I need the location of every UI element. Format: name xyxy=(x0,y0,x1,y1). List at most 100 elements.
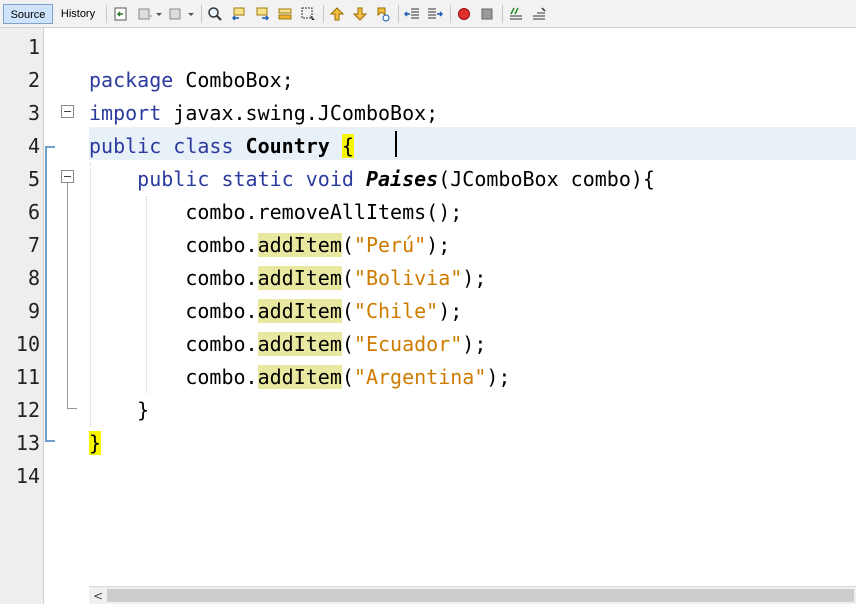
code-text: ( xyxy=(341,365,354,389)
line-number: 2 xyxy=(27,68,40,92)
line-number: 10 xyxy=(15,332,40,356)
highlighted-method: addItem xyxy=(257,299,342,323)
method-name: Paises xyxy=(365,167,439,191)
code-line-9: combo.addItem("Chile"); xyxy=(89,295,462,328)
fold-collapse-icon[interactable] xyxy=(61,170,74,183)
line-number: 13 xyxy=(15,431,40,455)
stop-macro-icon[interactable] xyxy=(479,6,495,22)
toolbar-separator xyxy=(450,5,451,23)
fold-method-end xyxy=(67,408,77,409)
scrollbar-thumb[interactable] xyxy=(107,589,854,602)
code-line-10: combo.addItem("Ecuador"); xyxy=(89,328,486,361)
find-next-icon[interactable] xyxy=(254,6,270,22)
highlighted-method: addItem xyxy=(257,365,342,389)
highlighted-method: addItem xyxy=(257,233,342,257)
back-icon[interactable] xyxy=(137,6,153,22)
keyword: public class xyxy=(89,134,234,158)
forward-icon[interactable] xyxy=(168,6,184,22)
uncomment-icon[interactable] xyxy=(531,6,547,22)
string-literal: "Bolivia" xyxy=(353,266,463,290)
editor-toolbar: Source History xyxy=(0,0,856,28)
forward-dropdown-icon[interactable] xyxy=(186,6,196,22)
line-number: 5 xyxy=(27,167,40,191)
fold-collapse-icon[interactable] xyxy=(61,105,74,118)
code-text: combo. xyxy=(185,233,258,257)
line-number: 4 xyxy=(27,134,40,158)
code-line-11: combo.addItem("Argentina"); xyxy=(89,361,510,394)
line-number: 12 xyxy=(15,398,40,422)
line-number: 11 xyxy=(15,365,40,389)
toolbar-separator xyxy=(323,5,324,23)
code-text: ComboBox; xyxy=(173,68,294,92)
code-text: combo. xyxy=(185,365,258,389)
line-number: 1 xyxy=(27,35,40,59)
string-literal: "Perú" xyxy=(353,233,427,257)
fold-method-line xyxy=(67,183,68,409)
code-text: ); xyxy=(462,332,487,356)
class-name: Country xyxy=(245,134,330,158)
code-text: javax.swing.JComboBox; xyxy=(161,101,439,125)
code-line-8: combo.addItem("Bolivia"); xyxy=(89,262,486,295)
highlighted-method: addItem xyxy=(257,266,342,290)
line-number: 7 xyxy=(27,233,40,257)
scroll-left-icon[interactable]: < xyxy=(89,587,107,604)
start-macro-icon[interactable] xyxy=(456,6,472,22)
tab-source[interactable]: Source xyxy=(3,4,53,24)
highlighted-method: addItem xyxy=(257,332,342,356)
toggle-rect-selection-icon[interactable] xyxy=(300,6,316,22)
find-previous-icon[interactable] xyxy=(231,6,247,22)
toolbar-separator xyxy=(201,5,202,23)
code-line-2: package ComboBox; xyxy=(89,64,294,97)
code-line-5: public static void Paises(JComboBox comb… xyxy=(89,163,655,196)
comment-icon[interactable] xyxy=(508,6,524,22)
toolbar-separator xyxy=(502,5,503,23)
horizontal-scrollbar[interactable]: < xyxy=(89,586,856,604)
code-text: combo. xyxy=(185,266,258,290)
code-editor[interactable]: 1 2 3 4 5 6 7 8 9 10 11 12 13 14 package… xyxy=(0,28,856,586)
code-text: ( xyxy=(341,299,354,323)
keyword: public static void xyxy=(137,167,354,191)
last-edit-icon[interactable] xyxy=(113,6,129,22)
previous-bookmark-icon[interactable] xyxy=(329,6,345,22)
code-text: ( xyxy=(341,332,354,356)
code-text: } xyxy=(137,398,150,422)
shift-left-icon[interactable] xyxy=(404,6,420,22)
back-dropdown-icon[interactable] xyxy=(154,6,164,22)
line-number: 6 xyxy=(27,200,40,224)
line-number: 14 xyxy=(15,464,40,488)
code-text: ( xyxy=(341,266,354,290)
next-bookmark-icon[interactable] xyxy=(352,6,368,22)
line-number: 8 xyxy=(27,266,40,290)
code-text: combo.removeAllItems(); xyxy=(185,200,463,224)
code-text: combo. xyxy=(185,299,258,323)
code-text: ( xyxy=(341,233,354,257)
line-number: 3 xyxy=(27,101,40,125)
line-number-gutter: 1 2 3 4 5 6 7 8 9 10 11 12 13 14 xyxy=(0,28,44,586)
code-line-12: } xyxy=(89,394,149,427)
code-line-3: import javax.swing.JComboBox; xyxy=(89,97,438,130)
code-text: ); xyxy=(426,233,451,257)
toggle-bookmark-icon[interactable] xyxy=(375,6,391,22)
code-text: ); xyxy=(462,266,487,290)
text-caret xyxy=(395,131,397,157)
gutter-footer xyxy=(0,586,44,604)
code-text: ); xyxy=(438,299,463,323)
code-text: (JComboBox combo){ xyxy=(438,167,655,191)
toolbar-separator xyxy=(398,5,399,23)
string-literal: "Argentina" xyxy=(353,365,487,389)
string-literal: "Ecuador" xyxy=(353,332,463,356)
find-icon[interactable] xyxy=(207,6,223,22)
code-text: ); xyxy=(486,365,511,389)
toggle-highlight-icon[interactable] xyxy=(277,6,293,22)
string-literal: "Chile" xyxy=(353,299,439,323)
shift-right-icon[interactable] xyxy=(427,6,443,22)
tab-history[interactable]: History xyxy=(55,4,101,24)
code-line-13: } xyxy=(89,427,102,460)
